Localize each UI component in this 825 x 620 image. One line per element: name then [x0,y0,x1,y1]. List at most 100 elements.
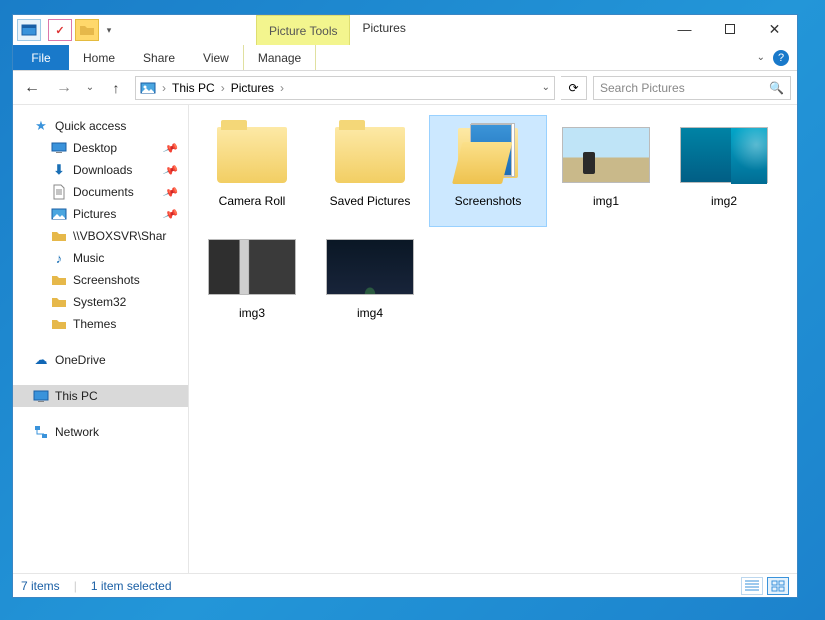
arrow-up-icon: ↑ [113,80,120,96]
tree-label: \\VBOXSVR\Shar [73,229,166,243]
qat-dropdown[interactable]: ▾ [102,19,116,41]
folder-item[interactable]: Screenshots [429,115,547,227]
file-explorer-window: ✓ ▾ Picture Tools Pictures ― ✕ File Home… [12,14,798,598]
content-pane[interactable]: Camera Roll Saved Pictures Screenshots img1… [189,105,797,573]
folder-item[interactable]: Camera Roll [193,115,311,227]
tree-label: This PC [55,389,98,403]
folder-icon [326,122,414,188]
tab-manage[interactable]: Manage [243,45,316,70]
folder-icon [444,122,532,188]
tree-quick-access[interactable]: ★ Quick access [13,115,188,137]
qat-properties-button[interactable] [17,19,41,41]
back-button[interactable]: ← [19,75,45,101]
folder-icon [51,316,67,332]
tree-label: Network [55,425,99,439]
folder-icon [51,272,67,288]
status-selection: 1 item selected [91,579,172,593]
tree-label: Quick access [55,119,126,133]
qat-checkbox-button[interactable]: ✓ [48,19,72,41]
pin-icon: 📌 [162,206,179,223]
tab-file[interactable]: File [13,45,69,70]
network-icon [33,424,49,440]
item-label: Saved Pictures [330,194,411,208]
image-item[interactable]: img3 [193,227,311,339]
desktop-icon [51,140,67,156]
tab-share[interactable]: Share [129,45,189,70]
tree-item[interactable]: Pictures📌 [13,203,188,225]
help-button[interactable]: ? [773,50,789,66]
item-label: img4 [357,306,383,320]
tree-onedrive[interactable]: ☁ OneDrive [13,349,188,371]
chevron-right-icon: › [160,81,168,95]
item-label: Screenshots [455,194,522,208]
pictures-icon [51,206,67,222]
minimize-button[interactable]: ― [662,15,707,43]
tree-label: Themes [73,317,116,331]
recent-locations-button[interactable]: ⌄ [83,75,97,101]
item-label: Camera Roll [219,194,286,208]
star-icon: ★ [33,118,49,134]
tree-item[interactable]: Themes [13,313,188,335]
breadcrumb-dropdown[interactable]: ⌄ [542,82,550,93]
tree-item[interactable]: System32 [13,291,188,313]
help-icon: ? [778,52,784,64]
minimize-icon: ― [678,21,692,37]
tree-label: Music [73,251,104,265]
chevron-down-icon: ▾ [107,25,112,36]
contextual-tab-picture-tools[interactable]: Picture Tools [256,15,350,45]
tree-label: OneDrive [55,353,106,367]
item-label: img3 [239,306,265,320]
status-bar: 7 items | 1 item selected [13,573,797,597]
refresh-icon: ⟳ [568,81,578,95]
breadcrumb-pictures[interactable]: Pictures [231,81,274,95]
tree-this-pc[interactable]: This PC [13,385,188,407]
pin-icon: 📌 [162,184,179,201]
image-item[interactable]: img1 [547,115,665,227]
tab-home[interactable]: Home [69,45,129,70]
arrow-right-icon: → [56,79,72,97]
tree-item[interactable]: Screenshots [13,269,188,291]
tree-label: Documents [73,185,134,199]
status-item-count: 7 items [21,579,60,593]
tree-item[interactable]: Documents 📌 [13,181,188,203]
close-icon: ✕ [769,21,781,38]
tree-item[interactable]: ♪Music [13,247,188,269]
tree-label: Screenshots [73,273,140,287]
item-label: img2 [711,194,737,208]
properties-icon [21,22,37,38]
pictures-icon [140,80,156,96]
body: ★ Quick access Desktop📌⬇Downloads📌Docume… [13,105,797,573]
refresh-button[interactable]: ⟳ [561,76,587,100]
image-thumbnail [680,122,768,188]
pin-icon: 📌 [162,140,179,157]
ribbon-tabs: File Home Share View Manage ⌄ ? [13,45,797,71]
pin-icon: 📌 [162,162,179,179]
folder-icon [208,122,296,188]
tree-item[interactable]: \\VBOXSVR\Shar [13,225,188,247]
qat-newfolder-button[interactable] [75,19,99,41]
maximize-icon [725,24,735,34]
view-large-icons-button[interactable] [767,577,789,595]
breadcrumb-bar[interactable]: › This PC › Pictures › ⌄ [135,76,555,100]
ribbon-expand-icon[interactable]: ⌄ [757,52,765,63]
breadcrumb-this-pc[interactable]: This PC [172,81,215,95]
view-details-button[interactable] [741,577,763,595]
folder-item[interactable]: Saved Pictures [311,115,429,227]
forward-button[interactable]: → [51,75,77,101]
tree-item[interactable]: ⬇Downloads📌 [13,159,188,181]
tree-label: System32 [73,295,126,309]
icons-view-icon [771,580,785,592]
tab-view[interactable]: View [189,45,243,70]
image-item[interactable]: img2 [665,115,783,227]
netfolder-icon [51,228,67,244]
close-button[interactable]: ✕ [752,15,797,43]
maximize-button[interactable] [707,15,752,43]
up-button[interactable]: ↑ [103,75,129,101]
tree-network[interactable]: Network [13,421,188,443]
tree-item[interactable]: Desktop📌 [13,137,188,159]
navigation-pane: ★ Quick access Desktop📌⬇Downloads📌Docume… [13,105,189,573]
chevron-down-icon: ⌄ [86,82,94,93]
onedrive-icon: ☁ [33,352,49,368]
search-input[interactable]: Search Pictures 🔍 [593,76,791,100]
image-item[interactable]: img4 [311,227,429,339]
